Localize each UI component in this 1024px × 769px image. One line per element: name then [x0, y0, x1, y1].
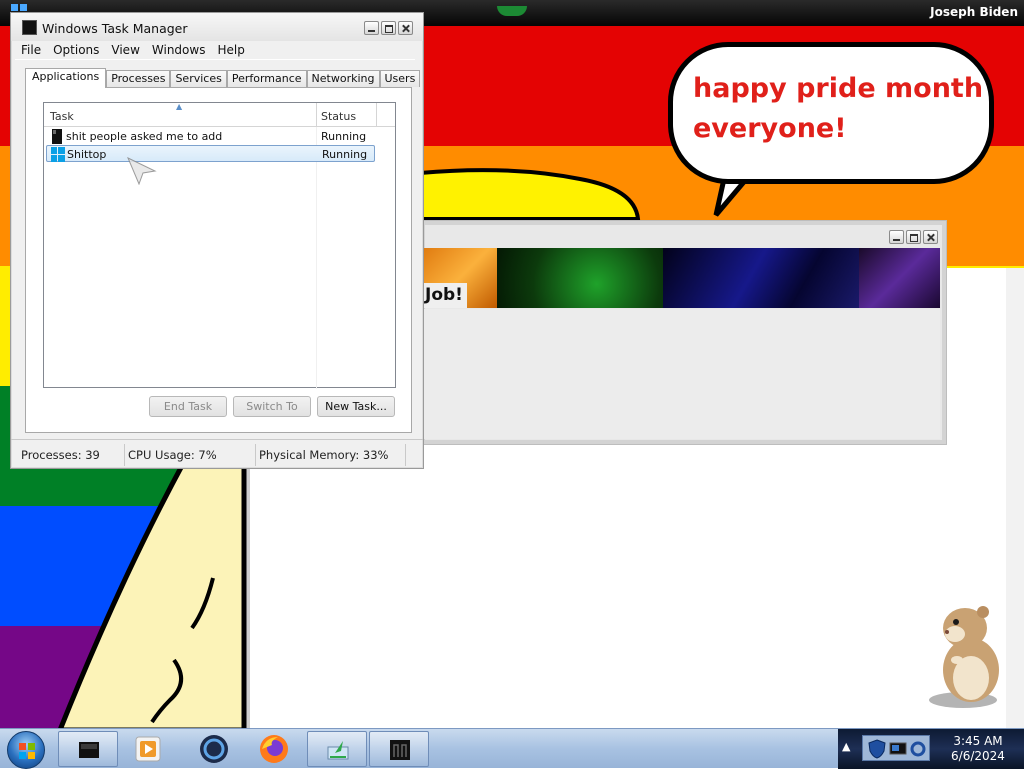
task-manager-window[interactable]: Windows Task Manager File Options View W…	[10, 12, 424, 469]
blue-windows-icon	[51, 147, 65, 162]
clock-time: 3:45 AM	[953, 734, 1003, 748]
window-title: Windows Task Manager	[42, 21, 188, 36]
black-app-icon	[52, 129, 62, 144]
status-processes: Processes: 39	[21, 448, 100, 462]
status-separator	[124, 444, 125, 466]
task-name: shit people asked me to add	[66, 130, 223, 143]
taskbar-button-monitor[interactable]	[58, 731, 118, 767]
status-cpu: CPU Usage: 7%	[128, 448, 217, 462]
taskbar-button-green-app[interactable]	[307, 731, 367, 767]
cream-face-drawing	[57, 460, 247, 730]
new-task-button[interactable]: New Task...	[317, 396, 395, 417]
menu-file[interactable]: File	[15, 42, 47, 59]
task-status: Running	[322, 148, 368, 161]
list-item-selected[interactable]: Shittop Running	[46, 145, 375, 162]
menu-options[interactable]: Options	[47, 42, 105, 59]
list-item[interactable]: shit people asked me to add Running	[46, 128, 375, 145]
status-separator	[255, 444, 256, 466]
task-name: Shittop	[67, 148, 107, 161]
task-status: Running	[321, 130, 367, 143]
speech-bubble: happy pride month everyone!	[668, 42, 994, 184]
tab-networking[interactable]: Networking	[306, 70, 380, 87]
task-manager-titlebar[interactable]: Windows Task Manager	[11, 13, 423, 41]
tab-applications[interactable]: Applications	[25, 68, 107, 88]
column-header-task[interactable]: Task	[50, 110, 74, 123]
speech-bubble-text: happy pride month everyone!	[693, 69, 983, 149]
column-separator[interactable]	[376, 103, 377, 127]
taskbar: ▲ 3:45 AM 6/6/2024	[0, 728, 1024, 769]
window-content	[423, 309, 940, 439]
volume-icon[interactable]	[909, 741, 927, 757]
taskbar-button-task-manager[interactable]	[369, 731, 429, 767]
user-name[interactable]: Joseph Biden	[930, 5, 1018, 19]
dark-app-icon	[390, 740, 410, 760]
minimize-button[interactable]	[364, 21, 379, 35]
tab-performance[interactable]: Performance	[226, 70, 307, 87]
globe-icon[interactable]	[198, 733, 230, 765]
clock[interactable]: 3:45 AM 6/6/2024	[938, 734, 1018, 764]
clock-date: 6/6/2024	[951, 749, 1005, 763]
system-tray: ▲ 3:45 AM 6/6/2024	[838, 729, 1024, 769]
media-player-icon[interactable]	[132, 733, 164, 765]
tab-processes[interactable]: Processes	[106, 70, 171, 87]
end-task-button[interactable]: End Task	[149, 396, 227, 417]
dark-monitor-icon	[79, 742, 99, 758]
task-manager-icon	[22, 20, 37, 35]
bubble-line-2: everyone!	[693, 113, 847, 144]
window-caption-buttons	[889, 230, 938, 244]
show-hidden-icons-chevron-icon[interactable]: ▲	[842, 740, 850, 753]
applications-panel: ▲ Task Status shit people asked me to ad…	[25, 87, 412, 433]
windows-flag-icon	[19, 743, 35, 759]
close-button[interactable]	[923, 230, 938, 244]
status-separator	[405, 444, 406, 466]
menu-help[interactable]: Help	[211, 42, 250, 59]
banner-text: Job!	[423, 283, 467, 308]
menu-windows[interactable]: Windows	[146, 42, 212, 59]
sort-arrow-icon: ▲	[176, 102, 183, 111]
banner-panel-green	[497, 248, 663, 308]
hamster-mascot-icon[interactable]	[925, 600, 1009, 710]
bubble-line-1: happy pride month	[693, 73, 984, 104]
yellow-blob	[420, 168, 641, 221]
window-caption-buttons	[364, 21, 413, 35]
mouse-cursor-icon	[127, 157, 157, 185]
tray-icons	[862, 735, 930, 761]
close-button[interactable]	[398, 21, 413, 35]
task-list[interactable]: ▲ Task Status shit people asked me to ad…	[43, 102, 396, 389]
tab-services[interactable]: Services	[170, 70, 227, 87]
tab-strip: Applications Processes Services Performa…	[25, 68, 421, 88]
switch-to-button[interactable]: Switch To	[233, 396, 311, 417]
tab-users[interactable]: Users	[379, 70, 421, 87]
menu-bar: File Options View Windows Help	[15, 42, 415, 60]
column-separator[interactable]	[316, 103, 317, 127]
maximize-button[interactable]	[381, 21, 396, 35]
window-banner	[423, 248, 940, 308]
shield-icon[interactable]	[867, 739, 887, 759]
maximize-button[interactable]	[906, 230, 921, 244]
banner-panel-blue	[663, 248, 859, 308]
column-header-status[interactable]: Status	[321, 110, 356, 123]
status-memory: Physical Memory: 33%	[259, 448, 389, 462]
background-window[interactable]: Job!	[420, 220, 947, 445]
menu-view[interactable]: View	[105, 42, 145, 59]
network-icon[interactable]	[888, 739, 908, 759]
banner-panel-purple	[859, 248, 940, 308]
green-app-icon	[327, 741, 349, 760]
list-header: ▲ Task Status	[44, 102, 395, 389]
top-gadget-icon[interactable]	[497, 6, 527, 16]
status-bar: Processes: 39 CPU Usage: 7% Physical Mem…	[11, 439, 423, 469]
start-button[interactable]	[7, 731, 45, 769]
minimize-button[interactable]	[889, 230, 904, 244]
firefox-icon[interactable]	[258, 733, 290, 765]
